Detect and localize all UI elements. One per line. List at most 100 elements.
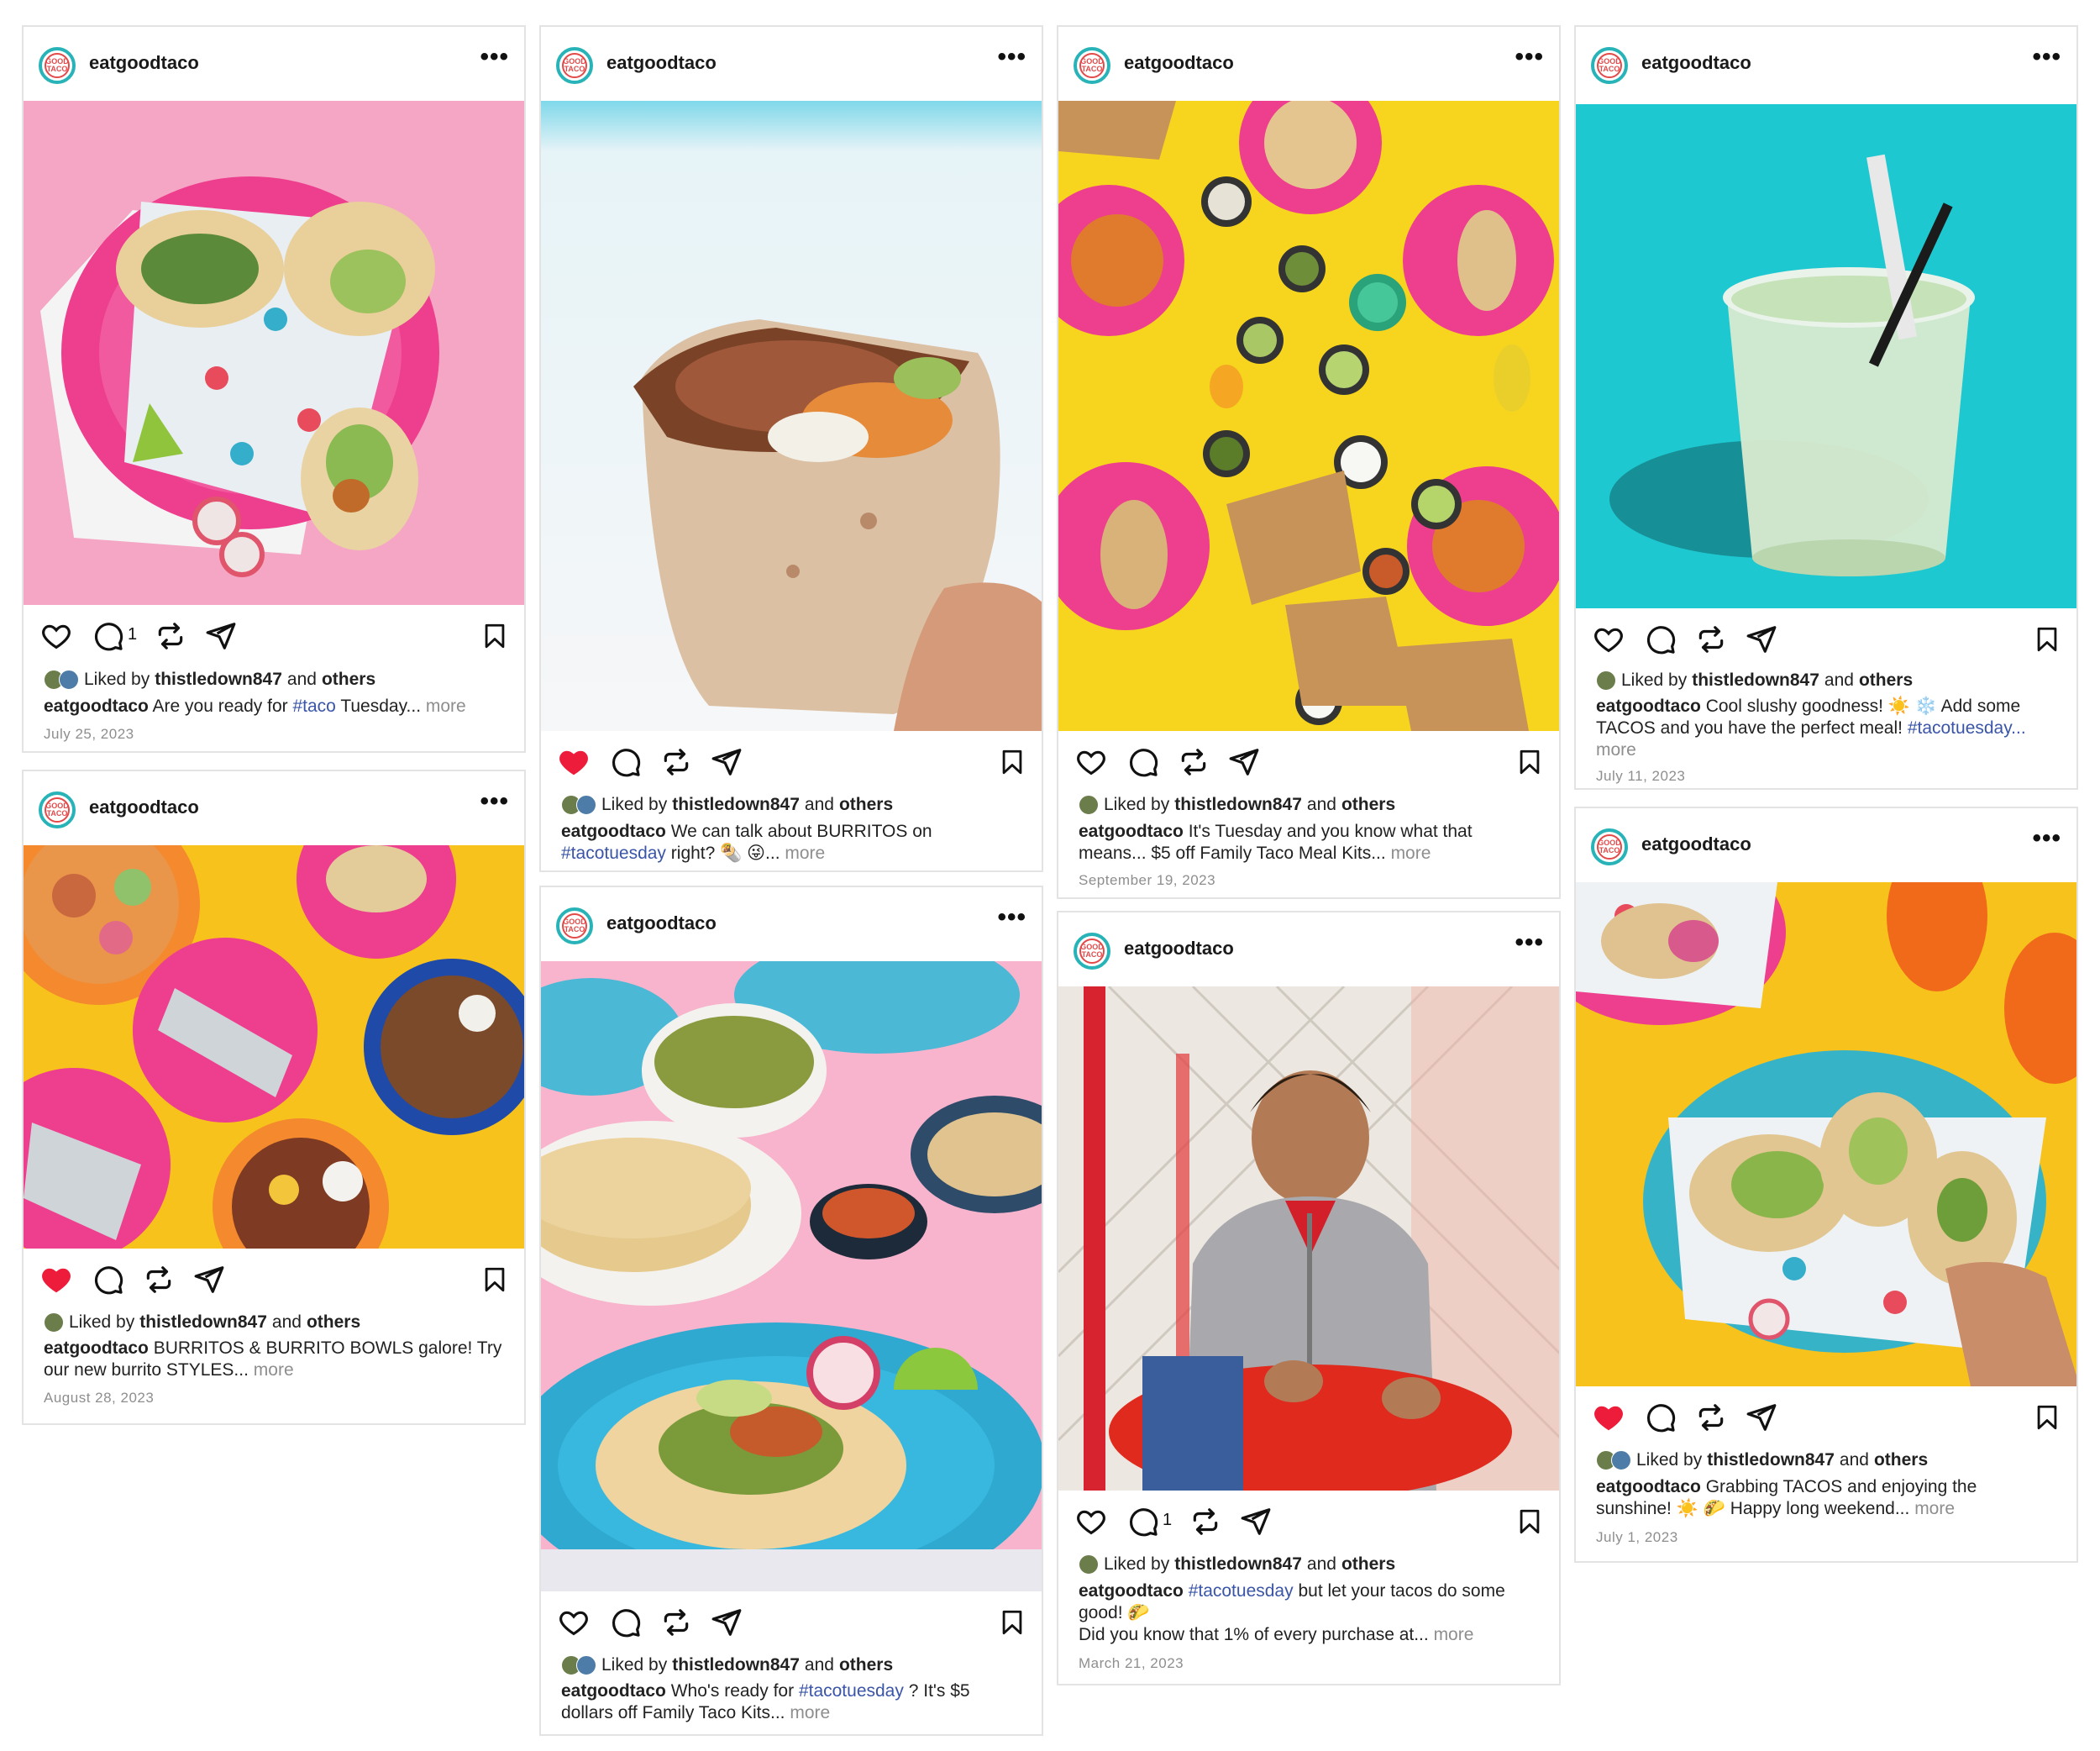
like-heart-icon[interactable] xyxy=(40,620,72,652)
caption-username[interactable]: eatgoodtaco xyxy=(1079,1581,1184,1601)
username[interactable]: eatgoodtaco xyxy=(89,52,199,74)
avatar[interactable]: GOOD TACO xyxy=(556,907,593,944)
avatar[interactable]: GOOD TACO xyxy=(1074,933,1110,970)
repost-icon[interactable] xyxy=(1695,623,1727,655)
username[interactable]: eatgoodtaco xyxy=(1641,52,1751,74)
liked-by-user[interactable]: thistledown847 xyxy=(1692,670,1819,691)
liked-by-user[interactable]: thistledown847 xyxy=(1174,795,1302,815)
bookmark-icon[interactable] xyxy=(2033,623,2061,655)
send-icon[interactable] xyxy=(1746,1401,1777,1433)
more-link[interactable]: more xyxy=(1434,1625,1474,1644)
liked-by-others[interactable]: others xyxy=(1874,1450,1928,1470)
repost-icon[interactable] xyxy=(1695,1401,1727,1433)
like-heart-filled-icon[interactable] xyxy=(40,1264,72,1296)
caption-username[interactable]: eatgoodtaco xyxy=(44,697,149,716)
comment-icon[interactable] xyxy=(1645,623,1677,655)
more-options-icon[interactable]: ••• xyxy=(997,905,1026,930)
like-heart-icon[interactable] xyxy=(558,1606,590,1638)
repost-icon[interactable] xyxy=(660,1606,692,1638)
post-photo[interactable] xyxy=(24,101,524,605)
more-link[interactable]: more xyxy=(426,697,466,716)
comment-icon[interactable] xyxy=(1127,746,1159,778)
repost-icon[interactable] xyxy=(1178,746,1210,778)
liked-by-user[interactable]: thistledown847 xyxy=(1174,1554,1302,1575)
send-icon[interactable] xyxy=(711,746,743,778)
post-photo[interactable] xyxy=(1058,101,1559,731)
hashtag-link[interactable]: #taco xyxy=(292,697,335,716)
liked-by-others[interactable]: others xyxy=(1859,670,1913,691)
like-heart-filled-icon[interactable] xyxy=(558,746,590,778)
send-icon[interactable] xyxy=(1240,1506,1272,1538)
caption-username[interactable]: eatgoodtaco xyxy=(44,1338,149,1358)
hashtag-link[interactable]: #tacotuesday xyxy=(799,1681,904,1701)
like-heart-icon[interactable] xyxy=(1075,1506,1107,1538)
comment-icon[interactable] xyxy=(610,746,642,778)
comment-icon[interactable] xyxy=(1645,1401,1677,1433)
liked-by-others[interactable]: others xyxy=(839,795,893,815)
post-photo[interactable] xyxy=(24,845,524,1249)
liked-by-user[interactable]: thistledown847 xyxy=(672,1655,800,1675)
hashtag-link[interactable]: #tacotuesday xyxy=(1189,1581,1294,1601)
repost-icon[interactable] xyxy=(143,1264,175,1296)
bookmark-icon[interactable] xyxy=(480,1264,509,1296)
liked-by-others[interactable]: others xyxy=(307,1312,360,1333)
more-options-icon[interactable]: ••• xyxy=(480,45,509,70)
post-photo[interactable] xyxy=(1576,104,2076,608)
bookmark-icon[interactable] xyxy=(1515,1506,1544,1538)
avatar[interactable]: GOOD TACO xyxy=(1591,47,1628,84)
liked-by-user[interactable]: thistledown847 xyxy=(672,795,800,815)
liked-by-user[interactable]: thistledown847 xyxy=(1707,1450,1835,1470)
more-link[interactable]: more xyxy=(1596,740,1636,760)
like-heart-icon[interactable] xyxy=(1593,623,1625,655)
more-options-icon[interactable]: ••• xyxy=(2032,826,2061,851)
bookmark-icon[interactable] xyxy=(2033,1401,2061,1433)
more-options-icon[interactable]: ••• xyxy=(997,45,1026,70)
comment-icon[interactable] xyxy=(92,620,124,652)
liked-by-others[interactable]: others xyxy=(322,670,375,690)
bookmark-icon[interactable] xyxy=(998,1606,1026,1638)
send-icon[interactable] xyxy=(1746,623,1777,655)
bookmark-icon[interactable] xyxy=(1515,746,1544,778)
bookmark-icon[interactable] xyxy=(480,620,509,652)
hashtag-link[interactable]: #tacotuesday xyxy=(561,844,666,863)
caption-username[interactable]: eatgoodtaco xyxy=(1596,1477,1701,1496)
post-photo[interactable] xyxy=(541,101,1042,731)
more-options-icon[interactable]: ••• xyxy=(1515,930,1544,955)
repost-icon[interactable] xyxy=(660,746,692,778)
username[interactable]: eatgoodtaco xyxy=(89,797,199,818)
avatar[interactable]: GOOD TACO xyxy=(1074,47,1110,84)
hashtag-link[interactable]: #tacotuesday... xyxy=(1908,718,2026,738)
username[interactable]: eatgoodtaco xyxy=(1641,833,1751,855)
bookmark-icon[interactable] xyxy=(998,746,1026,778)
like-heart-filled-icon[interactable] xyxy=(1593,1401,1625,1433)
more-options-icon[interactable]: ••• xyxy=(480,789,509,814)
comment-icon[interactable] xyxy=(1127,1506,1159,1538)
more-link[interactable]: more xyxy=(790,1703,830,1722)
more-options-icon[interactable]: ••• xyxy=(1515,45,1544,70)
liked-by-user[interactable]: thistledown847 xyxy=(139,1312,267,1333)
more-link[interactable]: more xyxy=(1914,1499,1955,1518)
liked-by-others[interactable]: others xyxy=(1341,1554,1395,1575)
more-link[interactable]: more xyxy=(1391,844,1431,863)
more-link[interactable]: more xyxy=(254,1360,294,1380)
liked-by-user[interactable]: thistledown847 xyxy=(155,670,282,690)
send-icon[interactable] xyxy=(193,1264,225,1296)
send-icon[interactable] xyxy=(1228,746,1260,778)
avatar[interactable]: GOOD TACO xyxy=(39,47,76,84)
send-icon[interactable] xyxy=(711,1606,743,1638)
caption-username[interactable]: eatgoodtaco xyxy=(1079,822,1184,841)
comment-icon[interactable] xyxy=(92,1264,124,1296)
username[interactable]: eatgoodtaco xyxy=(1124,52,1234,74)
username[interactable]: eatgoodtaco xyxy=(1124,938,1234,960)
caption-username[interactable]: eatgoodtaco xyxy=(561,1681,666,1701)
avatar[interactable]: GOOD TACO xyxy=(556,47,593,84)
avatar[interactable]: GOOD TACO xyxy=(39,791,76,828)
username[interactable]: eatgoodtaco xyxy=(606,52,717,74)
post-photo[interactable] xyxy=(1058,986,1559,1491)
repost-icon[interactable] xyxy=(155,620,186,652)
more-options-icon[interactable]: ••• xyxy=(2032,45,2061,70)
post-photo[interactable] xyxy=(1576,882,2076,1386)
caption-username[interactable]: eatgoodtaco xyxy=(561,822,666,841)
more-link[interactable]: more xyxy=(785,844,825,863)
liked-by-others[interactable]: others xyxy=(1341,795,1395,815)
